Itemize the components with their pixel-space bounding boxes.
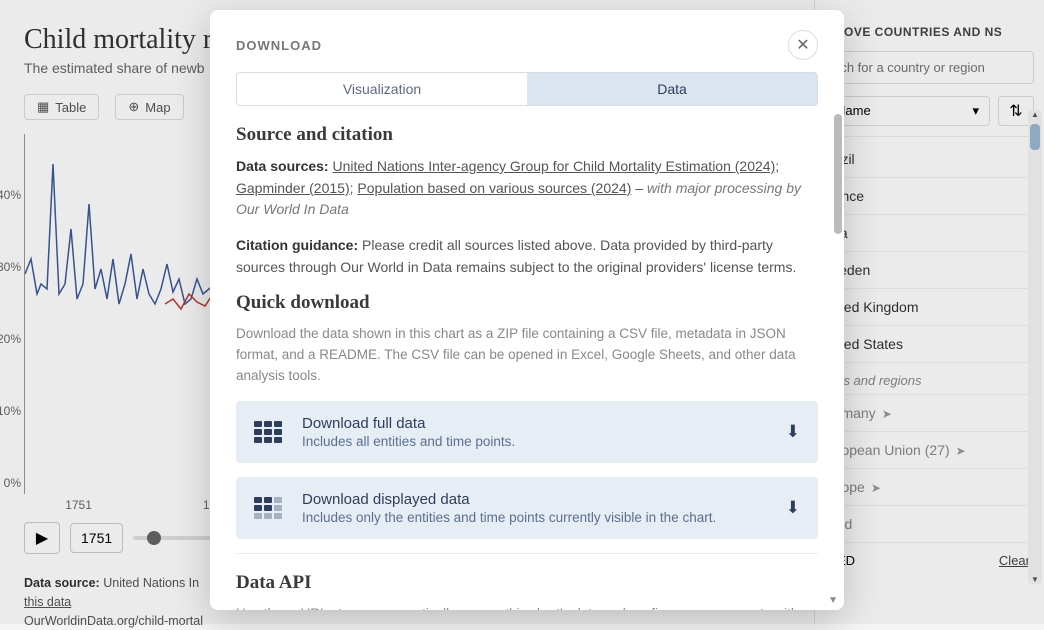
download-displayed-button[interactable]: Download displayed data Includes only th… bbox=[236, 477, 818, 539]
quick-download-desc: Download the data shown in this chart as… bbox=[236, 324, 818, 387]
modal-title: DOWNLOAD bbox=[236, 38, 322, 53]
source-heading: Source and citation bbox=[236, 124, 818, 146]
source-link[interactable]: Population based on various sources (202… bbox=[357, 180, 631, 196]
close-icon: ✕ bbox=[796, 35, 809, 55]
modal-scrollbar[interactable] bbox=[834, 106, 842, 610]
tab-visualization[interactable]: Visualization bbox=[237, 73, 527, 105]
data-sources: Data sources: United Nations Inter-agenc… bbox=[236, 156, 818, 221]
data-api-heading: Data API bbox=[236, 572, 818, 594]
tab-data[interactable]: Data bbox=[527, 73, 817, 105]
download-modal: DOWNLOAD ✕ Visualization Data Source and… bbox=[210, 10, 844, 610]
scroll-down-icon: ▼ bbox=[828, 595, 838, 606]
source-link[interactable]: United Nations Inter-agency Group for Ch… bbox=[332, 158, 775, 174]
source-link[interactable]: Gapminder (2015) bbox=[236, 180, 350, 196]
citation-guidance: Citation guidance: Please credit all sou… bbox=[236, 235, 818, 278]
download-icon: ⬇ bbox=[786, 422, 800, 442]
grid-icon bbox=[254, 421, 286, 443]
data-api-desc: Use these URLs to programmatically acces… bbox=[236, 604, 818, 610]
download-icon: ⬇ bbox=[786, 498, 800, 518]
download-full-button[interactable]: Download full data Includes all entities… bbox=[236, 401, 818, 463]
close-button[interactable]: ✕ bbox=[788, 30, 818, 60]
grid-partial-icon bbox=[254, 497, 286, 519]
quick-download-heading: Quick download bbox=[236, 292, 818, 314]
